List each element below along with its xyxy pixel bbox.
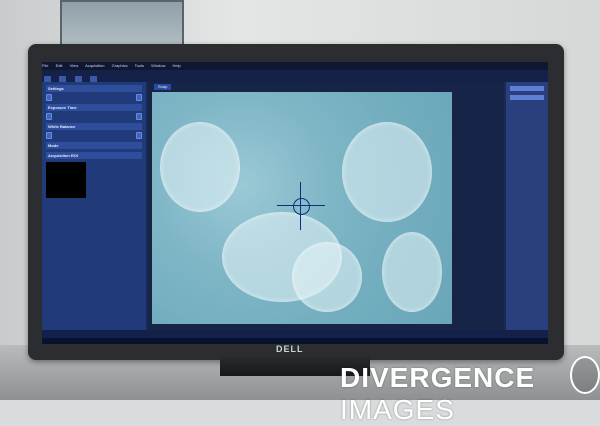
screen: File Edit View Acquisition Graphics Tool…: [42, 62, 548, 344]
image-tab[interactable]: Snap: [154, 84, 172, 90]
panel-section-mode: Mode: [46, 142, 142, 149]
right-panel-field[interactable]: [510, 95, 544, 100]
right-panel-field[interactable]: [510, 86, 544, 91]
watermark: DIVERGENCE IMAGES: [340, 362, 600, 426]
menu-file[interactable]: File: [42, 63, 48, 68]
cell-colony: [160, 122, 240, 212]
crosshair-ring: [293, 198, 310, 215]
settings-button[interactable]: [46, 94, 52, 101]
panel-section-title: White Balance: [46, 123, 142, 130]
toolbar: [42, 70, 548, 83]
menu-tools[interactable]: Tools: [135, 63, 144, 68]
cell-colony: [382, 232, 442, 312]
menu-graphics[interactable]: Graphics: [112, 63, 128, 68]
image-viewer: Snap: [148, 82, 504, 330]
panel-section-exposure: Exposure Time: [46, 104, 142, 120]
cell-colony: [342, 122, 432, 222]
left-panel: Settings Exposure Time White Balance Mod…: [42, 82, 146, 330]
panel-section-title: Mode: [46, 142, 142, 149]
settings-button[interactable]: [136, 94, 142, 101]
crosshair-icon: [277, 182, 325, 230]
right-panel: [506, 82, 548, 330]
panel-section-settings: Settings: [46, 85, 142, 101]
panel-section-title: Exposure Time: [46, 104, 142, 111]
microscope-image: [152, 92, 452, 324]
settings-row: [46, 94, 142, 101]
white-balance-button[interactable]: [46, 132, 52, 139]
panel-section-title: Acquisition ROI: [46, 152, 142, 159]
menu-edit[interactable]: Edit: [56, 63, 63, 68]
menu-view[interactable]: View: [70, 63, 79, 68]
monitor-brand: DELL: [276, 344, 304, 354]
panel-section-acquisition-roi: Acquisition ROI: [46, 152, 142, 159]
panel-section-white-balance: White Balance: [46, 123, 142, 139]
white-balance-button[interactable]: [136, 132, 142, 139]
white-balance-row: [46, 132, 142, 139]
watermark-thin: IMAGES: [340, 394, 455, 425]
cell-colony: [292, 242, 362, 312]
status-bar: [42, 330, 548, 338]
watermark-logo-icon: [570, 356, 600, 394]
panel-section-title: Settings: [46, 85, 142, 92]
exposure-button[interactable]: [46, 113, 52, 120]
menu-acquisition[interactable]: Acquisition: [85, 63, 104, 68]
exposure-row: [46, 113, 142, 120]
menu-window[interactable]: Window: [151, 63, 165, 68]
watermark-main: DIVERGENCE: [340, 362, 536, 393]
menubar: File Edit View Acquisition Graphics Tool…: [42, 62, 548, 70]
taskbar: [42, 338, 548, 344]
exposure-button[interactable]: [136, 113, 142, 120]
acquisition-roi-preview: [46, 162, 86, 198]
menu-help[interactable]: Help: [172, 63, 180, 68]
